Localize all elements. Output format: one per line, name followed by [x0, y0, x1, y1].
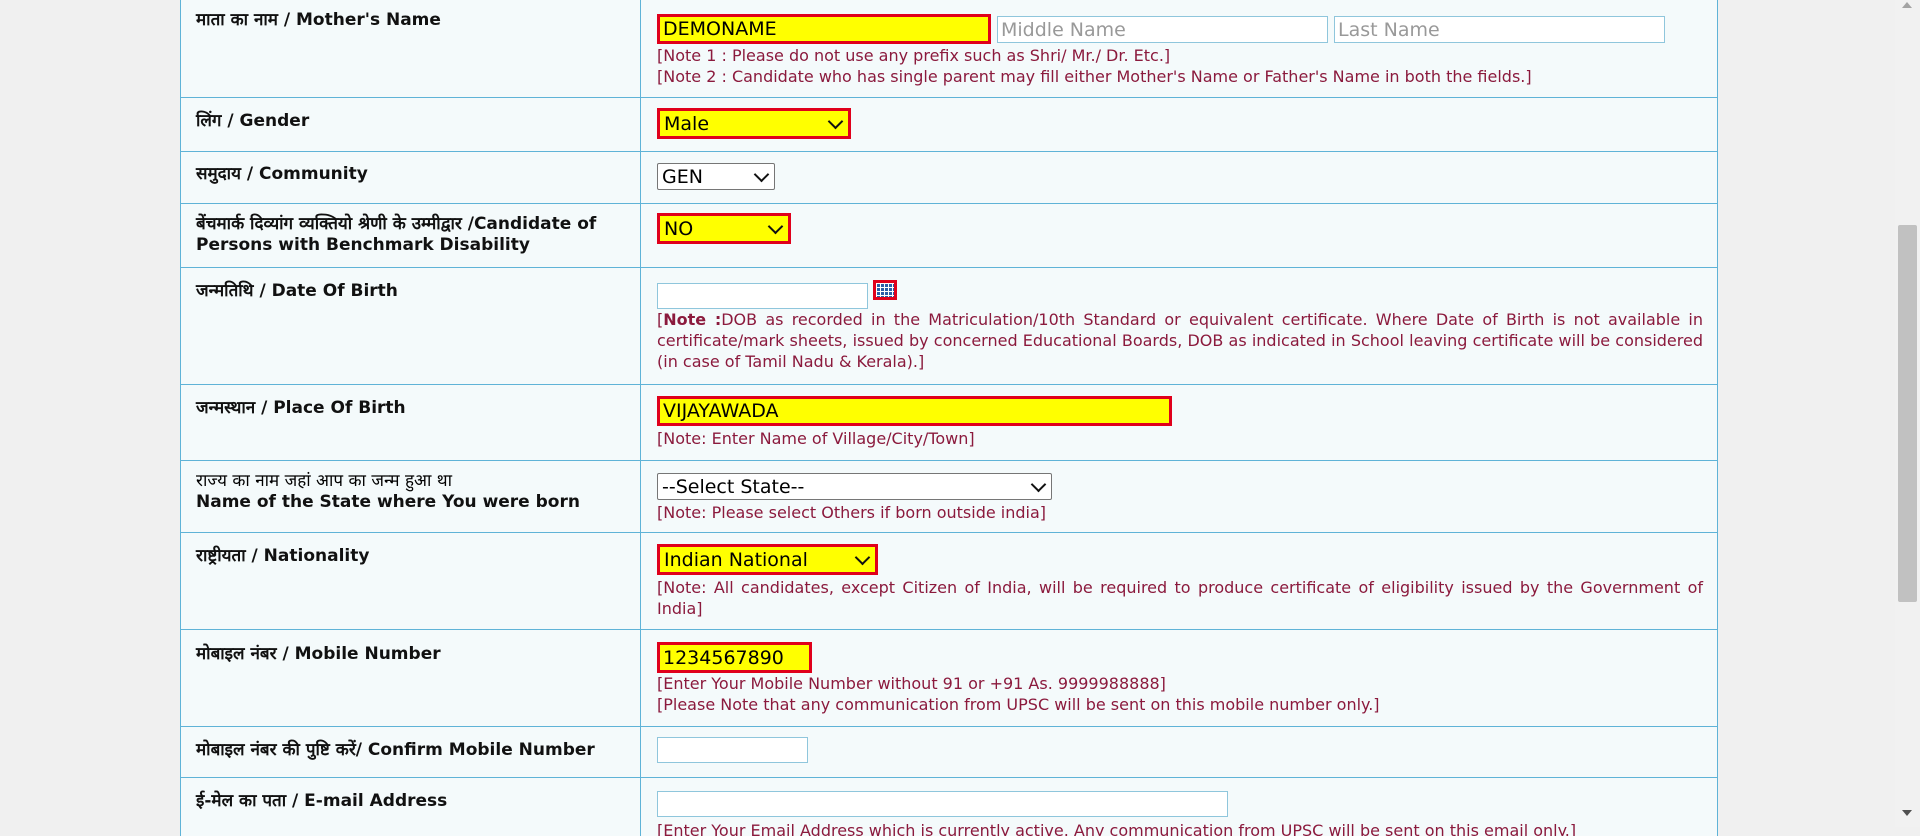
birth-place-note: [Note: Enter Name of Village/City/Town] [657, 429, 975, 448]
community-select[interactable]: GEN [657, 163, 775, 190]
calendar-icon[interactable] [873, 280, 897, 300]
birth-state-select[interactable]: --Select State-- [657, 473, 1052, 500]
community-select-value: GEN [662, 165, 703, 188]
column-divider [640, 460, 641, 532]
gender-select[interactable]: Male [657, 108, 851, 139]
mother-middle-name-input[interactable] [997, 16, 1328, 43]
mobile-cell: [Enter Your Mobile Number without 91 or … [657, 629, 1703, 726]
birth-state-label-line-2: Name of the State where You were born [196, 492, 580, 512]
community-label: समुदाय / Community [196, 164, 368, 184]
column-divider [640, 726, 641, 777]
row-birth-state: राज्य का नाम जहां आप का जन्म हुआ था Name… [181, 460, 1717, 533]
column-divider [640, 0, 641, 97]
email-note: [Enter Your Email Address which is curre… [657, 821, 1577, 836]
birth-state-select-value: --Select State-- [662, 475, 805, 498]
community-cell: GEN [657, 151, 1703, 203]
confirm-mobile-cell [657, 726, 1703, 777]
mobile-input[interactable] [657, 642, 812, 673]
chevron-down-icon [753, 166, 770, 182]
column-divider [640, 629, 641, 726]
nationality-cell: Indian National [Note: All candidates, e… [657, 532, 1703, 629]
chevron-down-icon [1030, 476, 1047, 492]
mother-name-note-1: [Note 1 : Please do not use any prefix s… [657, 46, 1171, 65]
row-confirm-mobile: मोबाइल नंबर की पुष्टि करें/ Confirm Mobi… [181, 726, 1717, 778]
row-birth-place: जन्मस्थान / Place Of Birth [Note: Enter … [181, 384, 1717, 461]
column-divider [640, 384, 641, 460]
column-divider [640, 532, 641, 629]
nationality-select[interactable]: Indian National [657, 544, 878, 575]
mobile-note-1: [Enter Your Mobile Number without 91 or … [657, 674, 1166, 693]
email-cell: [Enter Your Email Address which is curre… [657, 777, 1703, 836]
dob-cell: [Note :DOB as recorded in the Matriculat… [657, 267, 1703, 384]
chevron-down-icon [854, 549, 871, 565]
scroll-down-arrow-icon[interactable] [1902, 810, 1912, 816]
birth-state-label-line-1: राज्य का नाम जहां आप का जन्म हुआ था [196, 471, 453, 491]
column-divider [640, 97, 641, 151]
dob-note-bold: Note : [663, 310, 722, 329]
confirm-mobile-label: मोबाइल नंबर की पुष्टि करें/ Confirm Mobi… [196, 740, 595, 760]
row-mother-name: माता का नाम / Mother's Name [Note 1 : Pl… [181, 0, 1717, 98]
disability-label-line-2: Persons with Benchmark Disability [196, 235, 530, 255]
confirm-mobile-input[interactable] [657, 737, 808, 763]
disability-select[interactable]: NO [657, 213, 791, 244]
mother-first-name-input[interactable] [657, 14, 991, 44]
mobile-note-2: [Please Note that any communication from… [657, 695, 1380, 714]
nationality-note: [Note: All candidates, except Citizen of… [657, 578, 1703, 618]
column-divider [640, 777, 641, 836]
disability-cell: NO [657, 203, 1703, 267]
birth-place-cell: [Note: Enter Name of Village/City/Town] [657, 384, 1703, 460]
disability-label: बेंचमार्क दिव्यांग व्यक्तियो श्रेणी के उ… [196, 214, 636, 256]
application-form: माता का नाम / Mother's Name [Note 1 : Pl… [180, 0, 1718, 836]
birth-state-note: [Note: Please select Others if born outs… [657, 503, 1047, 522]
mother-name-note-2: [Note 2 : Candidate who has single paren… [657, 67, 1532, 86]
birth-place-label: जन्मस्थान / Place Of Birth [196, 398, 406, 418]
column-divider [640, 267, 641, 384]
dob-note-text: DOB as recorded in the Matriculation/10t… [657, 310, 1703, 371]
gender-cell: Male [657, 97, 1703, 151]
nationality-label: राष्ट्रीयता / Nationality [196, 546, 370, 566]
email-input[interactable] [657, 791, 1228, 817]
dob-input[interactable] [657, 283, 868, 309]
disability-label-line-1: बेंचमार्क दिव्यांग व्यक्तियो श्रेणी के उ… [196, 214, 597, 234]
row-email: ई-मेल का पता / E-mail Address [Enter You… [181, 777, 1717, 836]
mother-name-label: माता का नाम / Mother's Name [196, 10, 441, 30]
dob-note: [Note :DOB as recorded in the Matriculat… [657, 309, 1703, 372]
chevron-down-icon [767, 218, 784, 234]
chevron-down-icon [827, 113, 844, 129]
row-dob: जन्मतिथि / Date Of Birth [Note :DOB as r… [181, 267, 1717, 385]
row-community: समुदाय / Community GEN [181, 151, 1717, 204]
gender-select-value: Male [664, 112, 710, 135]
nationality-select-value: Indian National [664, 548, 808, 571]
mother-last-name-input[interactable] [1334, 16, 1665, 43]
dob-label: जन्मतिथि / Date Of Birth [196, 281, 398, 301]
mother-name-cell: [Note 1 : Please do not use any prefix s… [657, 0, 1703, 97]
disability-select-value: NO [664, 217, 694, 240]
email-label: ई-मेल का पता / E-mail Address [196, 791, 448, 811]
birth-state-label: राज्य का नाम जहां आप का जन्म हुआ था Name… [196, 471, 636, 513]
column-divider [640, 151, 641, 203]
scroll-up-arrow-icon[interactable] [1902, 2, 1912, 8]
row-gender: लिंग / Gender Male [181, 97, 1717, 152]
column-divider [640, 203, 641, 267]
vertical-scrollbar[interactable] [1895, 0, 1920, 827]
gender-label: लिंग / Gender [196, 111, 310, 131]
row-disability: बेंचमार्क दिव्यांग व्यक्तियो श्रेणी के उ… [181, 203, 1717, 268]
birth-place-input[interactable] [657, 396, 1172, 426]
row-mobile: मोबाइल नंबर / Mobile Number [Enter Your … [181, 629, 1717, 727]
row-nationality: राष्ट्रीयता / Nationality Indian Nationa… [181, 532, 1717, 630]
mobile-label: मोबाइल नंबर / Mobile Number [196, 644, 441, 664]
scrollbar-thumb[interactable] [1898, 225, 1917, 602]
birth-state-cell: --Select State-- [Note: Please select Ot… [657, 460, 1703, 532]
